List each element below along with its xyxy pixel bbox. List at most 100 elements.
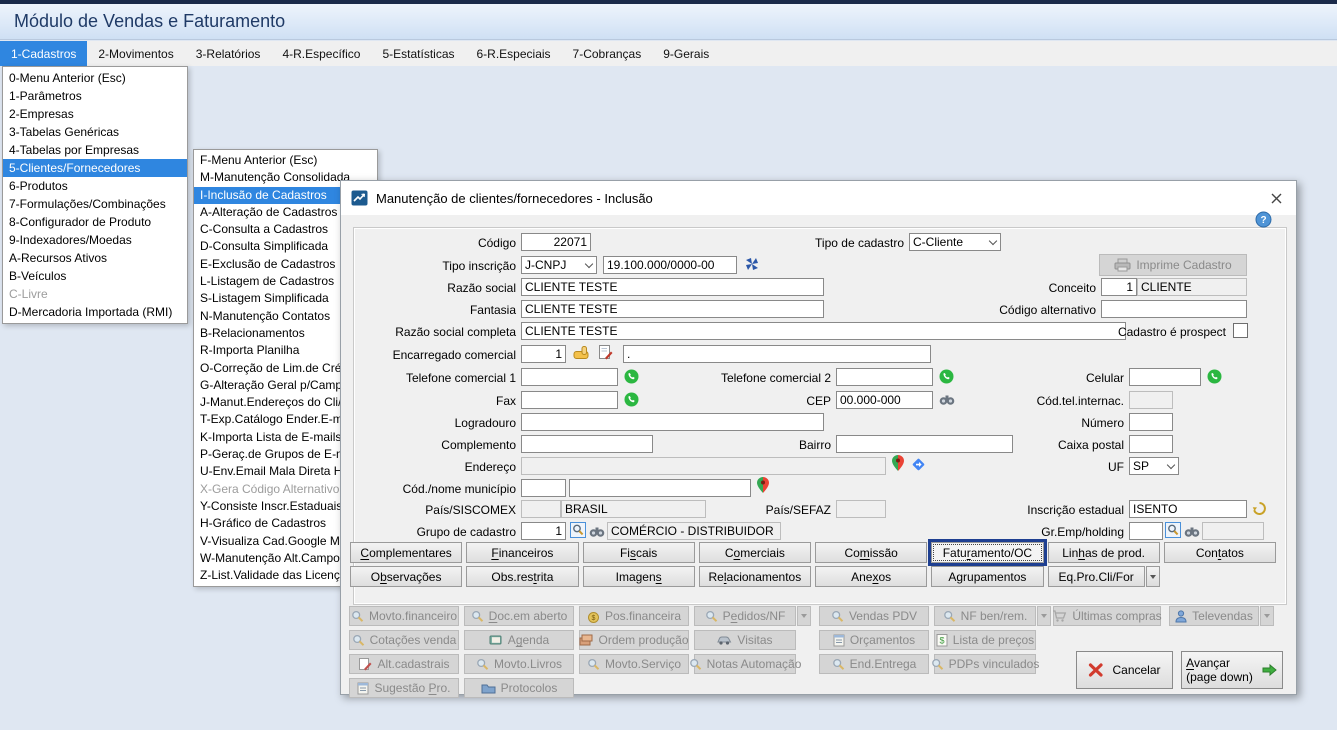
menu-item[interactable]: 1-Parâmetros — [3, 87, 187, 105]
cep-label: CEP — [671, 393, 831, 409]
menubar-item-relatorios[interactable]: 3-Relatórios — [185, 41, 272, 66]
cnpj-field[interactable]: 19.100.000/0000-00 — [603, 256, 737, 274]
tel2-field[interactable] — [836, 368, 933, 386]
caixa-postal-field[interactable] — [1129, 435, 1173, 453]
whatsapp-icon[interactable] — [939, 369, 954, 384]
conceito-code-field[interactable]: 1 — [1101, 278, 1137, 296]
tab-linhas-de-prod[interactable]: Linhas de prod. — [1048, 542, 1160, 563]
menu-item[interactable]: A-Recursos Ativos — [3, 249, 187, 267]
menu-item[interactable]: 8-Configurador de Produto — [3, 213, 187, 231]
menu-item[interactable]: 4-Tabelas por Empresas — [3, 141, 187, 159]
encarregado-code-field[interactable]: 1 — [521, 345, 566, 363]
eq-pro-dropdown-icon[interactable] — [1146, 566, 1160, 587]
button-label: NF ben/rem. — [961, 609, 1028, 623]
menu-item[interactable]: 9-Indexadores/Moedas — [3, 231, 187, 249]
cancel-label: Cancelar — [1112, 663, 1160, 677]
menubar-item-cobrancas[interactable]: 7-Cobranças — [562, 41, 653, 66]
menubar-item-gerais[interactable]: 9-Gerais — [652, 41, 720, 66]
tab-faturamento-oc[interactable]: Faturamento/OC — [931, 542, 1043, 563]
search-icon[interactable] — [570, 522, 586, 538]
hand-pick-icon[interactable] — [573, 345, 590, 360]
fax-field[interactable] — [521, 391, 618, 409]
menu-item[interactable]: D-Mercadoria Importada (RMI) — [3, 303, 187, 321]
search-icon[interactable] — [1165, 522, 1181, 538]
logradouro-field[interactable] — [521, 413, 824, 431]
tab-obs-restrita[interactable]: Obs.restrita — [466, 566, 578, 587]
uf-select[interactable]: SP — [1129, 457, 1179, 475]
menu-item[interactable]: 2-Empresas — [3, 105, 187, 123]
imprime-cadastro-label: Imprime Cadastro — [1136, 258, 1231, 272]
help-icon[interactable]: ? — [1255, 211, 1272, 228]
map-pin-icon[interactable] — [757, 477, 769, 493]
menubar-item-cadastros[interactable]: 1-Cadastros — [0, 41, 87, 66]
close-icon[interactable] — [1266, 188, 1286, 208]
grupo-cadastro-code-field[interactable]: 1 — [521, 522, 566, 540]
tab-anexos[interactable]: Anexos — [815, 566, 927, 587]
cnpj-validate-icon[interactable] — [745, 257, 759, 271]
menu-item[interactable]: B-Veículos — [3, 267, 187, 285]
directions-icon[interactable] — [911, 457, 926, 472]
tab-complementares[interactable]: Complementares — [350, 542, 462, 563]
button-label: Televendas — [1192, 609, 1253, 623]
refresh-icon[interactable] — [1252, 501, 1267, 516]
municipio-code-field[interactable] — [521, 479, 566, 497]
tel1-field[interactable] — [521, 368, 618, 386]
tab-observacoes[interactable]: Observações — [350, 566, 462, 587]
binoculars-icon[interactable] — [1184, 525, 1200, 538]
binoculars-icon[interactable] — [589, 525, 605, 538]
edit-record-icon — [358, 657, 372, 671]
tab-financeiros[interactable]: Financeiros — [466, 542, 578, 563]
search-icon — [831, 610, 844, 623]
map-pin-icon[interactable] — [892, 455, 904, 471]
binoculars-icon[interactable] — [939, 393, 955, 406]
cancel-button[interactable]: Cancelar — [1076, 651, 1173, 689]
numero-field[interactable] — [1129, 413, 1173, 431]
chevron-down-icon — [1163, 458, 1178, 474]
tab-relacionamentos[interactable]: Relacionamentos — [699, 566, 811, 587]
notepad-icon — [833, 633, 845, 647]
whatsapp-icon[interactable] — [1207, 369, 1222, 384]
tab-imagens[interactable]: Imagens — [583, 566, 695, 587]
menu-item[interactable]: 0-Menu Anterior (Esc) — [3, 69, 187, 87]
menu-item[interactable]: 3-Tabelas Genéricas — [3, 123, 187, 141]
fantasia-field[interactable]: CLIENTE TESTE — [521, 300, 824, 318]
cep-field[interactable]: 00.000-000 — [836, 391, 933, 409]
gr-emp-holding-field[interactable] — [1129, 522, 1163, 540]
whatsapp-icon[interactable] — [624, 392, 639, 407]
razao-completa-field[interactable]: CLIENTE TESTE — [521, 322, 1126, 340]
advance-button[interactable]: Avançar (page down) — [1181, 651, 1283, 689]
tab-contatos[interactable]: Contatos — [1164, 542, 1276, 563]
tab-fiscais[interactable]: Fiscais — [583, 542, 695, 563]
menubar-item-r-especifico[interactable]: 4-R.Específico — [271, 41, 371, 66]
menu-item-clientes-fornecedores[interactable]: 5-Clientes/Fornecedores — [3, 159, 187, 177]
codigo-field[interactable]: 22071 — [521, 233, 591, 251]
menubar-item-r-especiais[interactable]: 6-R.Especiais — [466, 41, 562, 66]
tab-comerciais[interactable]: Comerciais — [699, 542, 811, 563]
numero-label: Número — [981, 415, 1124, 431]
tab-comissao[interactable]: Comissão — [815, 542, 927, 563]
inscricao-estadual-field[interactable]: ISENTO — [1129, 500, 1247, 518]
municipio-name-field[interactable] — [569, 479, 751, 497]
prospect-checkbox[interactable] — [1233, 323, 1248, 338]
svg-text:?: ? — [1260, 215, 1266, 226]
municipio-label: Cód./nome município — [361, 481, 516, 497]
menu-item[interactable]: F-Menu Anterior (Esc) — [194, 152, 377, 169]
tab-eq-pro-cli-for[interactable]: Eq.Pro.Cli/For — [1048, 566, 1145, 587]
menu-item[interactable]: 7-Formulações/Combinações — [3, 195, 187, 213]
whatsapp-icon[interactable] — [624, 369, 639, 384]
tipo-inscricao-select[interactable]: J-CNPJ — [521, 256, 597, 274]
menu-item[interactable]: 6-Produtos — [3, 177, 187, 195]
complemento-field[interactable] — [521, 435, 653, 453]
encarregado-name-field[interactable]: . — [623, 345, 931, 363]
tipo-cadastro-select[interactable]: C-Cliente — [909, 233, 1001, 251]
codigo-alternativo-field[interactable] — [1101, 300, 1247, 318]
edit-contact-icon[interactable] — [598, 344, 613, 360]
menubar-item-movimentos[interactable]: 2-Movimentos — [87, 41, 184, 66]
tab-agrupamentos[interactable]: Agrupamentos — [931, 566, 1043, 587]
encarregado-label: Encarregado comercial — [361, 347, 516, 363]
button-label: Movto.Serviço — [605, 657, 681, 671]
inscricao-estadual-label: Inscrição estadual — [981, 502, 1124, 518]
celular-field[interactable] — [1129, 368, 1201, 386]
menubar-item-estatisticas[interactable]: 5-Estatísticas — [371, 41, 465, 66]
razao-social-field[interactable]: CLIENTE TESTE — [521, 278, 824, 296]
